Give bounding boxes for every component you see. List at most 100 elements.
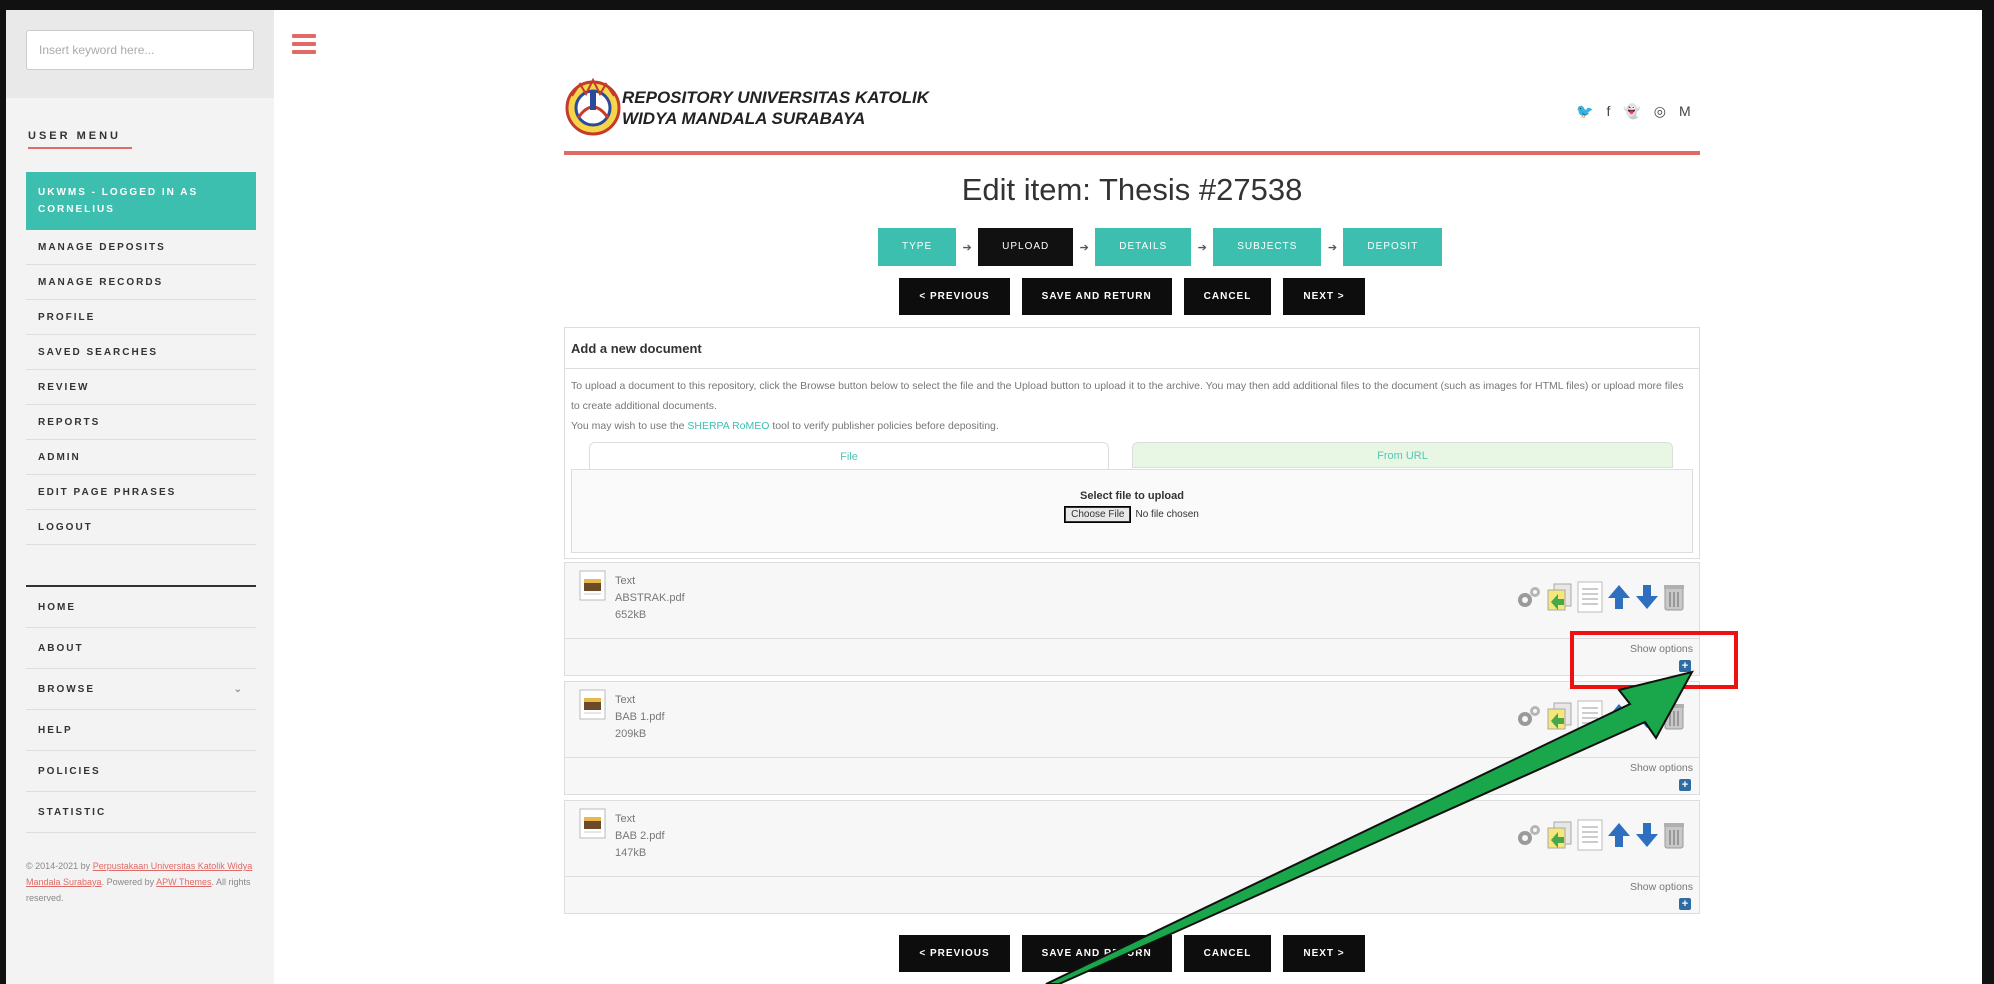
search-area [6, 10, 274, 98]
file-name[interactable]: BAB 1.pdf [615, 709, 665, 726]
sidebar-item-saved-searches[interactable]: SAVED SEARCHES [26, 335, 256, 370]
step-arrow-icon: ➔ [1079, 241, 1089, 254]
delete-trash-icon[interactable] [1662, 582, 1686, 612]
upload-box: Select file to upload Choose File No fil… [571, 469, 1693, 553]
page-title: Edit item: Thesis #27538 [961, 172, 1303, 207]
cancel-button[interactable]: CANCEL [1183, 278, 1272, 315]
nav-item-label: STATISTIC [38, 806, 107, 818]
tab-from-url[interactable]: From URL [1132, 442, 1673, 468]
previous-button[interactable]: < PREVIOUS [899, 278, 1010, 315]
sidebar-item-manage-deposits[interactable]: MANAGE DEPOSITS [26, 230, 256, 265]
nav-item-label: HELP [38, 724, 73, 736]
menu-toggle-hamburger-icon[interactable] [292, 34, 316, 54]
site-title[interactable]: REPOSITORY UNIVERSITAS KATOLIK WIDYA MAN… [622, 87, 929, 129]
annotation-arrow-icon [1045, 670, 1694, 984]
file-type: Text [615, 813, 636, 825]
step-details[interactable]: DETAILS [1095, 228, 1192, 266]
window-frame-top [0, 0, 1994, 10]
step-deposit[interactable]: DEPOSIT [1343, 228, 1443, 266]
mendeley-icon[interactable]: M [1679, 103, 1691, 120]
window-frame-right [1982, 0, 1994, 984]
nav-item-home[interactable]: HOME [26, 587, 256, 628]
university-logo-icon[interactable] [564, 76, 622, 140]
nav-item-about[interactable]: ABOUT [26, 628, 256, 669]
nav-item-help[interactable]: HELP [26, 710, 256, 751]
sidebar-item-profile[interactable]: PROFILE [26, 300, 256, 335]
nav-item-label: ABOUT [38, 642, 84, 654]
file-actions [1514, 581, 1686, 613]
sidebar-item-logged-in-user[interactable]: UKWMS - LOGGED IN AS CORNELIUS [26, 172, 256, 230]
chevron-down-icon: ⌄ [233, 683, 244, 695]
snapchat-icon[interactable]: 👻 [1623, 103, 1640, 120]
search-input[interactable] [26, 30, 254, 70]
nav-item-label: BROWSE [38, 683, 95, 695]
sidebar-item-admin[interactable]: ADMIN [26, 440, 256, 475]
header-divider [564, 151, 1700, 155]
choose-file-button[interactable]: Choose File [1064, 506, 1132, 523]
save-and-return-button[interactable]: SAVE AND RETURN [1021, 278, 1172, 315]
top-action-buttons: < PREVIOUS SAVE AND RETURN CANCEL NEXT > [564, 278, 1700, 315]
nav-item-label: HOME [38, 601, 76, 613]
instagram-icon[interactable]: ◎ [1654, 103, 1666, 120]
pdf-document-icon [579, 570, 606, 601]
step-type[interactable]: TYPE [878, 228, 957, 266]
file-chooser: Choose File No file chosen [572, 506, 1692, 523]
move-up-icon[interactable] [1606, 583, 1632, 611]
step-arrow-icon: ➔ [1327, 241, 1338, 254]
footer-prefix: © 2014-2021 by [26, 861, 93, 871]
previous-button[interactable]: < PREVIOUS [899, 935, 1010, 972]
nav-item-statistic[interactable]: STATISTIC [26, 792, 256, 833]
next-button[interactable]: NEXT > [1283, 278, 1365, 315]
details-document-icon[interactable] [1576, 581, 1604, 613]
nav-item-policies[interactable]: POLICIES [26, 751, 256, 792]
add-document-description: To upload a document to this repository,… [571, 376, 1691, 436]
file-size: 652kB [615, 609, 647, 621]
file-name[interactable]: BAB 2.pdf [615, 828, 665, 845]
sherpa-romeo-link[interactable]: SHERPA RoMEO [687, 420, 769, 432]
file-name[interactable]: ABSTRAK.pdf [615, 590, 685, 607]
file-size: 147kB [615, 847, 647, 859]
panel-divider [565, 368, 1699, 369]
file-type: Text [615, 694, 636, 706]
sidebar-item-edit-page-phrases[interactable]: EDIT PAGE PHRASES [26, 475, 256, 510]
file-card-divider [565, 638, 1699, 639]
file-meta: Text BAB 2.pdf 147kB [615, 811, 665, 862]
step-subjects[interactable]: SUBJECTS [1213, 228, 1322, 266]
site-title-line2: WIDYA MANDALA SURABAYA [622, 109, 866, 128]
add-document-panel: Add a new document To upload a document … [564, 327, 1700, 559]
description-suffix: tool to verify publisher policies before… [769, 420, 999, 432]
file-meta: Text ABSTRAK.pdf 652kB [615, 573, 685, 624]
description-romeo-line: You may wish to use the SHERPA RoMEO too… [571, 416, 1691, 436]
file-type: Text [615, 575, 636, 587]
step-arrow-icon: ➔ [962, 241, 972, 254]
social-links: 🐦 f 👻 ◎ M [1576, 103, 1691, 120]
nav-item-browse[interactable]: BROWSE ⌄ [26, 669, 256, 710]
logged-in-label: UKWMS - LOGGED IN AS [38, 187, 199, 198]
no-file-chosen-text: No file chosen [1135, 509, 1199, 520]
convert-file-icon[interactable] [1546, 582, 1574, 612]
step-upload[interactable]: UPLOAD [978, 228, 1074, 266]
workflow-steps: TYPE ➔ UPLOAD ➔ DETAILS ➔ SUBJECTS ➔ DEP… [878, 228, 1443, 266]
sidebar-item-reports[interactable]: REPORTS [26, 405, 256, 440]
move-down-icon[interactable] [1634, 583, 1660, 611]
site-title-line1: REPOSITORY UNIVERSITAS KATOLIK [622, 88, 929, 107]
user-menu-underline [28, 147, 132, 149]
description-text: To upload a document to this repository,… [571, 380, 1684, 412]
gears-icon[interactable] [1514, 582, 1544, 612]
footer-theme-link[interactable]: APW Themes [156, 877, 211, 887]
tab-file[interactable]: File [589, 442, 1109, 470]
pdf-document-icon [579, 689, 606, 720]
step-arrow-icon: ➔ [1197, 241, 1207, 254]
twitter-icon[interactable]: 🐦 [1576, 103, 1593, 120]
pdf-document-icon [579, 808, 606, 839]
sidebar: USER MENU UKWMS - LOGGED IN AS CORNELIUS… [6, 10, 274, 984]
upload-label: Select file to upload [1080, 490, 1184, 502]
nav-item-label: POLICIES [38, 765, 101, 777]
user-menu-heading: USER MENU [28, 130, 122, 142]
add-document-title: Add a new document [571, 341, 702, 356]
sidebar-item-review[interactable]: REVIEW [26, 370, 256, 405]
sidebar-item-logout[interactable]: LOGOUT [26, 510, 256, 545]
facebook-icon[interactable]: f [1606, 103, 1610, 120]
description-prefix: You may wish to use the [571, 420, 688, 432]
sidebar-item-manage-records[interactable]: MANAGE RECORDS [26, 265, 256, 300]
